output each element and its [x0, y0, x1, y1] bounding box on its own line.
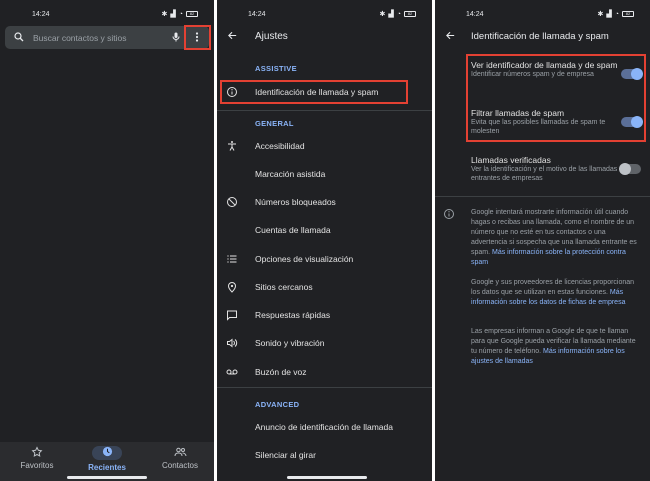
section-header-general: GENERAL	[255, 119, 294, 128]
settings-item-accessibility[interactable]: Accesibilidad	[217, 134, 432, 158]
settings-item-label: Buzón de voz	[255, 367, 307, 377]
wifi-icon: ◔	[614, 10, 619, 18]
settings-item-label: Números bloqueados	[255, 197, 336, 207]
nav-favorites-label: Favoritos	[20, 461, 54, 470]
nav-recents-pill	[92, 446, 122, 460]
block-icon	[227, 197, 237, 207]
section-header-assistive: ASSISTIVE	[255, 64, 297, 73]
wifi-icon: ◔	[396, 10, 401, 18]
signal-icon: ▟	[606, 11, 612, 18]
bluetooth-icon: ✱	[379, 11, 386, 18]
gesture-bar	[287, 476, 367, 479]
settings-item-voicemail[interactable]: Buzón de voz	[217, 360, 432, 384]
settings-item-quick-responses[interactable]: Respuestas rápidas	[217, 303, 432, 327]
settings-item-label: Accesibilidad	[255, 141, 305, 151]
battery-icon: 82	[622, 11, 634, 17]
settings-item-label: Silenciar al girar	[255, 450, 316, 460]
status-time: 14:24	[248, 11, 266, 18]
page-title: Identificación de llamada y spam	[471, 31, 609, 42]
nav-recents-label: Recientes	[88, 463, 126, 472]
status-bar: 14:24 ✱ ▟ ◔ 82	[435, 0, 650, 22]
nav-contacts-label: Contactos	[161, 461, 199, 470]
page-title: Ajustes	[255, 31, 288, 42]
back-arrow-icon[interactable]	[227, 30, 238, 41]
setting-verified-calls[interactable]: Llamadas verificadas Ver la identificaci…	[471, 155, 631, 183]
settings-item-label: Respuestas rápidas	[255, 310, 331, 320]
voicemail-icon	[226, 369, 238, 375]
wifi-icon: ◔	[178, 10, 183, 18]
settings-item-nearby-places[interactable]: Sitios cercanos	[217, 275, 432, 299]
back-arrow-icon[interactable]	[445, 30, 456, 41]
settings-app-bar: Ajustes	[217, 26, 432, 46]
dialer-screen: 14:24 ✱ ▟ ◔ 82 Favoritos Recientes Conta…	[0, 0, 214, 481]
location-pin-icon	[227, 282, 237, 293]
status-icons: ✱ ▟ ◔ 82	[379, 10, 416, 18]
settings-item-label: Sonido y vibración	[255, 338, 325, 348]
info-icon	[444, 209, 454, 219]
caller-id-app-bar: Identificación de llamada y spam	[435, 26, 650, 46]
volume-icon	[227, 338, 238, 348]
status-time: 14:24	[466, 11, 484, 18]
accessibility-icon	[228, 141, 236, 151]
settings-item-label: Anuncio de identificación de llamada	[255, 422, 393, 432]
section-header-advanced: ADVANCED	[255, 400, 300, 409]
settings-item-assisted-dialing[interactable]: Marcación asistida	[217, 162, 432, 186]
info-paragraph-data: Google y sus proveedores de licencias pr…	[471, 278, 641, 308]
toggle-knob	[619, 163, 631, 175]
settings-item-display-options[interactable]: Opciones de visualización	[217, 247, 432, 271]
settings-item-label: Cuentas de llamada	[255, 225, 331, 235]
battery-icon: 82	[404, 11, 416, 17]
settings-screen: 14:24 ✱ ▟ ◔ 82 Ajustes ASSISTIVE Identif…	[217, 0, 432, 481]
info-paragraph-verified: Las empresas informan a Google de que te…	[471, 327, 641, 367]
bluetooth-icon: ✱	[597, 11, 604, 18]
status-icons: ✱ ▟ ◔ 82	[161, 10, 198, 18]
search-icon	[14, 32, 24, 42]
highlight-more-options	[184, 25, 211, 50]
setting-description: Ver la identificación y el motivo de las…	[471, 166, 618, 182]
settings-item-sound-vibration[interactable]: Sonido y vibración	[217, 331, 432, 355]
highlight-caller-id-item	[220, 80, 408, 104]
signal-icon: ▟	[170, 11, 176, 18]
settings-item-label: Sitios cercanos	[255, 282, 313, 292]
section-divider	[217, 110, 432, 111]
setting-title: Llamadas verificadas	[471, 155, 551, 165]
section-divider	[435, 196, 650, 197]
signal-icon: ▟	[388, 11, 394, 18]
status-bar: 14:24 ✱ ▟ ◔ 82	[0, 0, 214, 22]
status-time: 14:24	[32, 11, 50, 18]
list-icon	[227, 255, 237, 263]
settings-item-flip-to-silence[interactable]: Silenciar al girar	[217, 443, 432, 467]
bluetooth-icon: ✱	[161, 11, 168, 18]
search-input[interactable]	[33, 30, 163, 45]
section-divider	[217, 387, 432, 388]
star-icon	[31, 446, 43, 457]
nav-favorites[interactable]: Favoritos	[2, 446, 72, 470]
battery-icon: 82	[186, 11, 198, 17]
nav-contacts[interactable]: Contactos	[145, 446, 214, 470]
settings-item-label: Marcación asistida	[255, 169, 326, 179]
highlight-spam-settings	[466, 54, 646, 142]
settings-item-calling-accounts[interactable]: Cuentas de llamada	[217, 218, 432, 242]
nav-recents[interactable]: Recientes	[72, 446, 142, 472]
settings-item-blocked-numbers[interactable]: Números bloqueados	[217, 190, 432, 214]
toggle-verified-calls[interactable]	[619, 163, 641, 175]
settings-item-label: Opciones de visualización	[255, 254, 354, 264]
caller-id-screen: 14:24 ✱ ▟ ◔ 82 Identificación de llamada…	[435, 0, 650, 481]
clock-icon	[102, 446, 112, 457]
status-bar: 14:24 ✱ ▟ ◔ 82	[217, 0, 432, 22]
status-icons: ✱ ▟ ◔ 82	[597, 10, 634, 18]
message-icon	[227, 310, 237, 321]
link-spam-protection[interactable]: Más información sobre la protección cont…	[471, 249, 626, 266]
microphone-icon[interactable]	[170, 31, 182, 43]
settings-item-caller-id-announcement[interactable]: Anuncio de identificación de llamada	[217, 415, 432, 439]
info-paragraph-spam: Google intentará mostrarte información ú…	[471, 208, 641, 268]
gesture-bar	[67, 476, 147, 479]
search-bar[interactable]	[5, 26, 209, 49]
people-icon	[174, 447, 186, 457]
